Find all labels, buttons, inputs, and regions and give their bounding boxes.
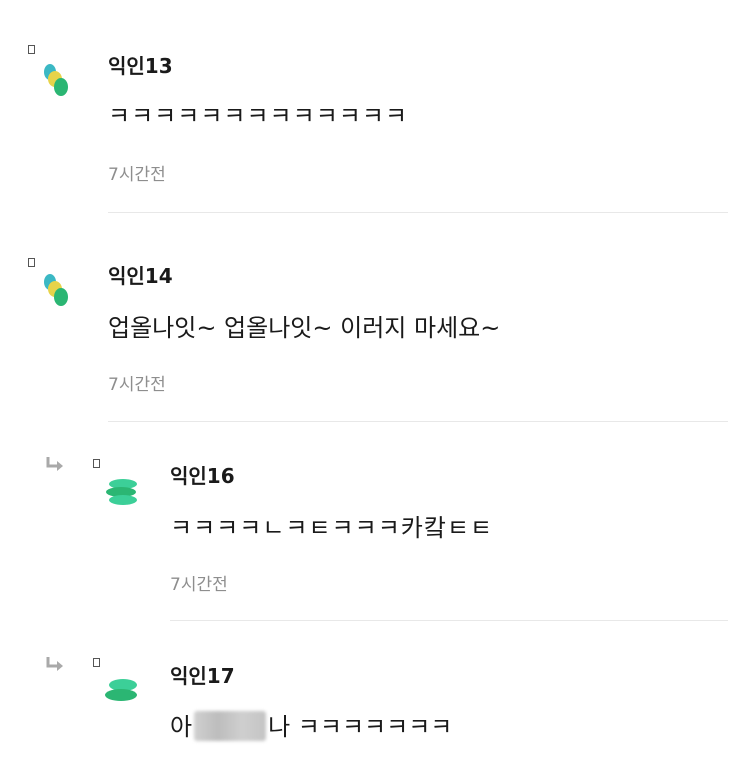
small-badge-icon bbox=[93, 459, 100, 468]
censored-blur bbox=[194, 711, 267, 741]
comment-author[interactable]: 익인14 bbox=[108, 260, 173, 289]
divider bbox=[170, 620, 728, 621]
comment-timestamp: 7시간전 bbox=[108, 375, 166, 395]
comment-text: ㅋㅋㅋㅋㄴㅋㅌㅋㅋㅋ카캌ㅌㅌ bbox=[170, 514, 494, 542]
comment-text-suffix: 나 ㅋㅋㅋㅋㅋㅋㅋ bbox=[268, 713, 453, 741]
comment-author[interactable]: 익인13 bbox=[108, 50, 173, 79]
comment-timestamp: 7시간전 bbox=[170, 575, 228, 595]
green-stack-avatar[interactable] bbox=[103, 474, 143, 508]
comment-text-prefix: 아 bbox=[170, 713, 193, 741]
small-badge-icon bbox=[28, 45, 35, 54]
divider bbox=[108, 212, 728, 213]
comment-timestamp: 7시간전 bbox=[108, 165, 166, 185]
comment-author[interactable]: 익인17 bbox=[170, 660, 235, 689]
comment-author[interactable]: 익인16 bbox=[170, 460, 235, 489]
comment-text: 업올나잇~ 업올나잇~ 이러지 마세요~ bbox=[108, 314, 501, 342]
reply-arrow-icon bbox=[46, 457, 63, 471]
small-badge-icon bbox=[93, 658, 100, 667]
green-stack-avatar[interactable] bbox=[103, 676, 143, 706]
multi-dot-avatar[interactable] bbox=[38, 270, 74, 312]
comment-text: 아 나 ㅋㅋㅋㅋㅋㅋㅋ bbox=[170, 707, 452, 742]
reply-arrow-icon bbox=[46, 657, 63, 671]
small-badge-icon bbox=[28, 258, 35, 267]
multi-dot-avatar[interactable] bbox=[38, 60, 74, 102]
comment-text: ㅋㅋㅋㅋㅋㅋㅋㅋㅋㅋㅋㅋㅋ bbox=[108, 102, 409, 130]
divider bbox=[108, 421, 728, 422]
